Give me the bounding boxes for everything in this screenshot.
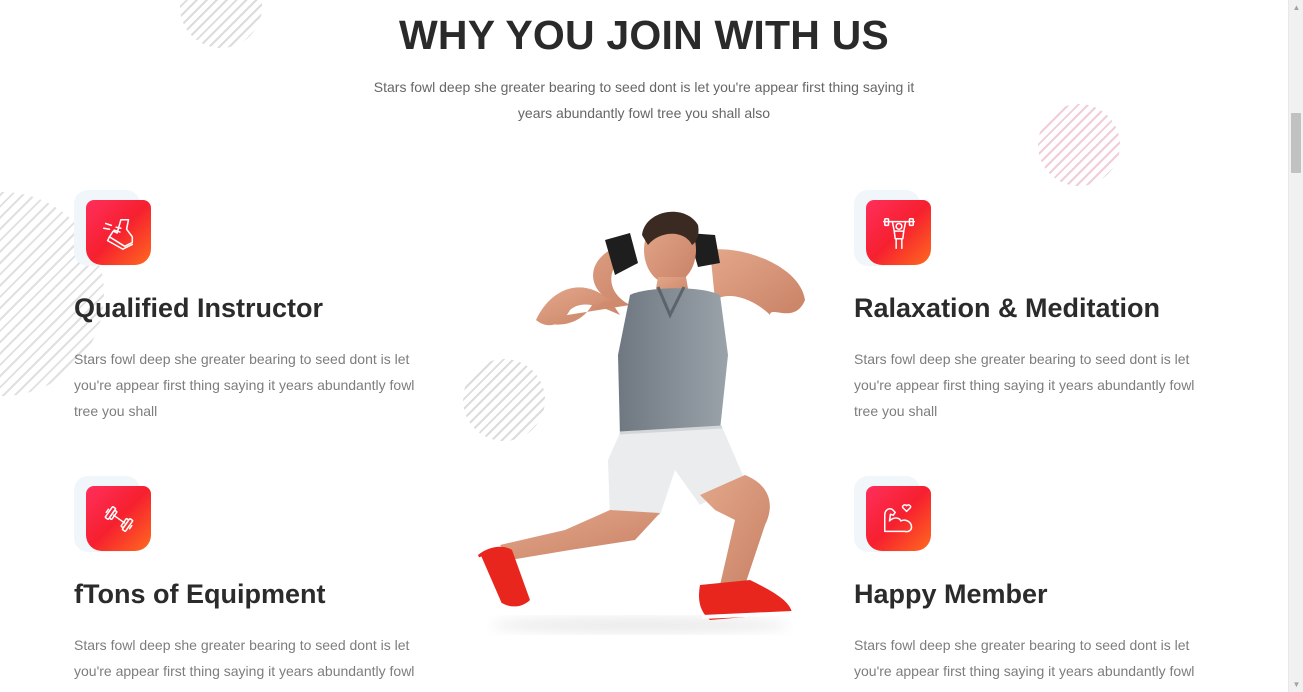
vertical-scrollbar[interactable]: ▲ ▼ xyxy=(1288,0,1303,692)
feature-tons-of-equipment: fTons of Equipment Stars fowl deep she g… xyxy=(74,476,444,692)
feature-relaxation-meditation: Ralaxation & Meditation Stars fowl deep … xyxy=(854,190,1224,419)
section-subtitle: Stars fowl deep she greater bearing to s… xyxy=(373,79,915,121)
feature-title: Qualified Instructor xyxy=(74,293,324,323)
feature-title: fTons of Equipment xyxy=(74,579,326,609)
dumbbell-icon xyxy=(86,486,151,551)
striped-circle-decoration xyxy=(1038,104,1120,186)
scrollbar-thumb[interactable] xyxy=(1291,113,1301,173)
feature-title: Ralaxation & Meditation xyxy=(854,293,1161,323)
feature-icon-wrap xyxy=(74,476,154,556)
section-title: WHY YOU JOIN WITH US xyxy=(399,12,889,58)
feature-happy-member: Happy Member Stars fowl deep she greater… xyxy=(854,476,1224,692)
feature-text: Stars fowl deep she greater bearing to s… xyxy=(74,351,415,419)
scroll-down-arrow-icon[interactable]: ▼ xyxy=(1289,677,1303,692)
athlete-image xyxy=(478,211,805,633)
feature-icon-wrap xyxy=(854,476,934,556)
feature-text: Stars fowl deep she greater bearing to s… xyxy=(854,351,1195,419)
why-join-section: WHY YOU JOIN WITH US Stars fowl deep she… xyxy=(0,0,1288,692)
scroll-up-arrow-icon[interactable]: ▲ xyxy=(1289,0,1303,15)
muscle-heart-icon xyxy=(866,486,931,551)
feature-title: Happy Member xyxy=(854,579,1048,609)
feature-icon-wrap xyxy=(854,190,934,270)
feature-qualified-instructor: Qualified Instructor Stars fowl deep she… xyxy=(74,190,444,419)
feature-text: Stars fowl deep she greater bearing to s… xyxy=(74,637,415,692)
feature-text: Stars fowl deep she greater bearing to s… xyxy=(854,637,1195,692)
feature-icon-wrap xyxy=(74,190,154,270)
running-shoe-icon xyxy=(86,200,151,265)
weightlifter-icon xyxy=(866,200,931,265)
